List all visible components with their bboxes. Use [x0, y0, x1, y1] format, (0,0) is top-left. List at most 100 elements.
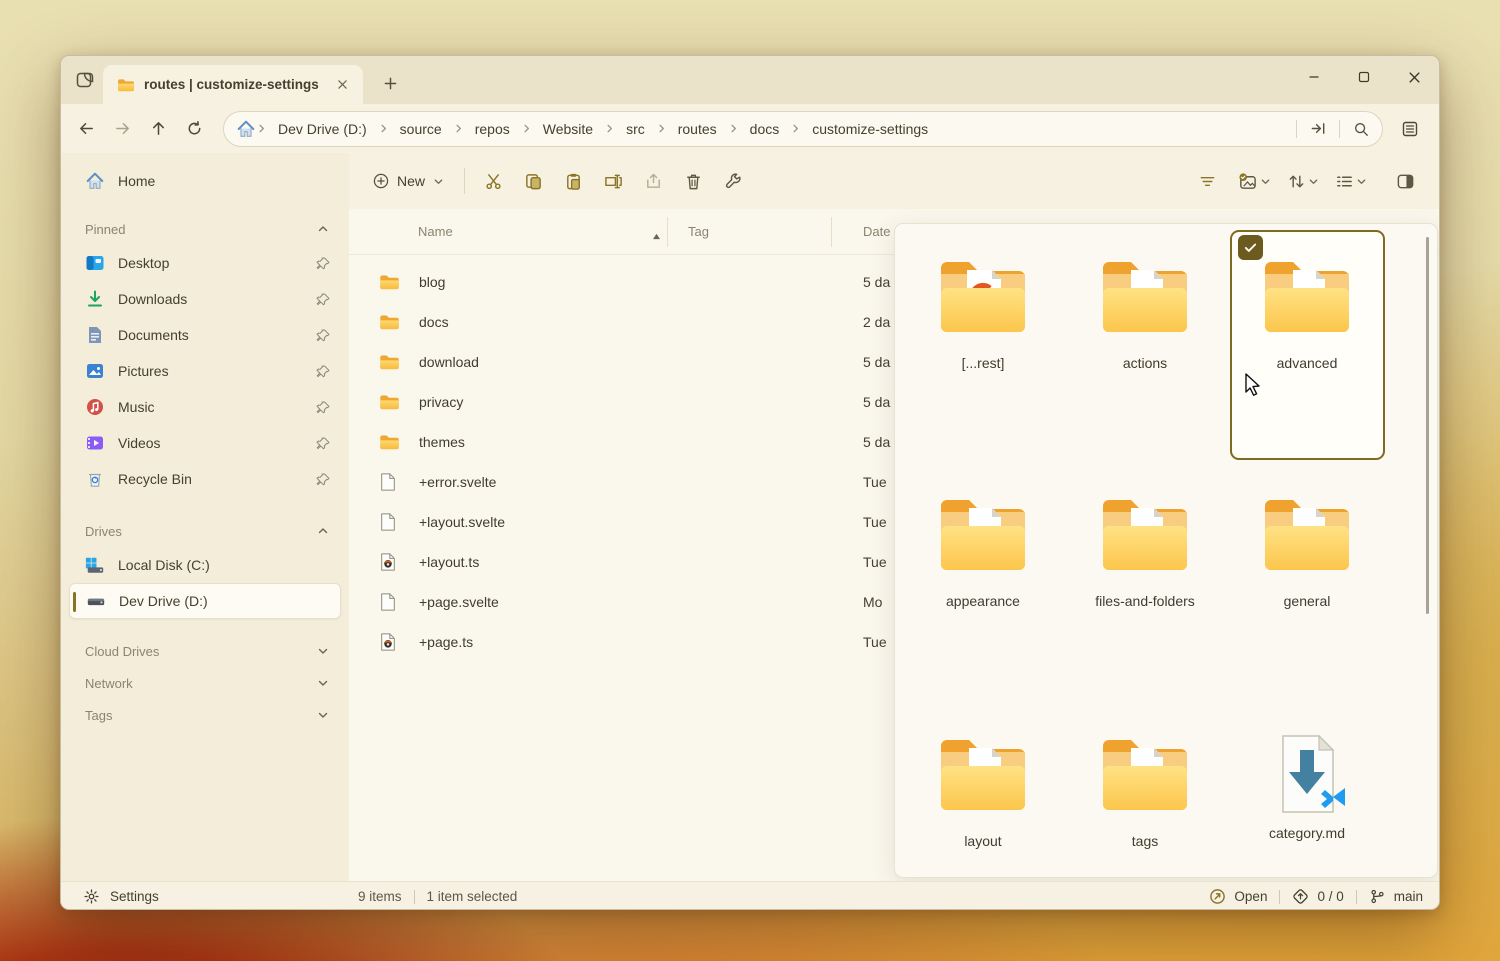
grid-item-label: advanced — [1229, 355, 1385, 371]
git-status-button[interactable]: 0 / 0 — [1292, 888, 1343, 905]
sidebar-item-local-disk-c[interactable]: Local Disk (C:) — [69, 547, 341, 583]
tab-close-button[interactable] — [331, 74, 353, 96]
check-icon — [1243, 240, 1258, 255]
back-button[interactable] — [69, 112, 103, 146]
open-button[interactable]: Open — [1209, 888, 1267, 905]
forward-button[interactable] — [105, 112, 139, 146]
preview-pane-button[interactable] — [1385, 164, 1425, 198]
grid-item-label: actions — [1067, 355, 1223, 371]
git-branch-button[interactable]: main — [1369, 888, 1423, 905]
sidebar-item-home[interactable]: Home — [69, 163, 341, 199]
address-bar: Dev Drive (D:) source repos Website src … — [61, 104, 1439, 153]
breadcrumb-bar[interactable]: Dev Drive (D:) source repos Website src … — [223, 111, 1383, 147]
file-name: blog — [419, 274, 445, 290]
maximize-button[interactable] — [1339, 56, 1389, 98]
sidebar-item-videos[interactable]: Videos — [69, 425, 341, 461]
layout-button[interactable] — [1329, 164, 1373, 198]
delete-button[interactable] — [673, 164, 713, 198]
column-header-tag[interactable]: Tag — [688, 224, 709, 239]
maximize-icon — [1358, 71, 1370, 83]
column-header-date[interactable]: Date — [863, 224, 890, 239]
sidebar-item-music[interactable]: Music — [69, 389, 341, 425]
grid-item-files-and-folders[interactable]: files-and-folders — [1067, 492, 1223, 609]
desktop-icon — [85, 253, 105, 273]
view-list-icon — [1335, 172, 1354, 191]
jump-to-end-button[interactable] — [1303, 115, 1333, 143]
refresh-button[interactable] — [177, 112, 211, 146]
grid-item-rest[interactable]: [...rest] — [905, 254, 1061, 371]
grid-item-layout[interactable]: layout — [905, 732, 1061, 849]
grid-view-panel: [...rest] actions advanced — [894, 223, 1438, 878]
grid-item-general[interactable]: general — [1229, 492, 1385, 609]
grid-item-category-md[interactable]: category.md — [1229, 720, 1385, 841]
sidebar-item-pictures[interactable]: Pictures — [69, 353, 341, 389]
details-pane-button[interactable] — [1393, 112, 1427, 146]
sort-button[interactable] — [1281, 164, 1325, 198]
grid-item-actions[interactable]: actions — [1067, 254, 1223, 371]
arrow-up-icon — [150, 120, 167, 137]
close-button[interactable] — [1389, 56, 1439, 98]
sidebar-item-recycle-bin[interactable]: Recycle Bin — [69, 461, 341, 497]
rename-button[interactable] — [593, 164, 633, 198]
sidebar-section-cloud-drives[interactable]: Cloud Drives — [69, 635, 341, 667]
pin-icon[interactable] — [316, 292, 331, 307]
pin-icon[interactable] — [316, 436, 331, 451]
file-name: +error.svelte — [419, 474, 496, 490]
paste-button[interactable] — [553, 164, 593, 198]
home-icon[interactable] — [236, 119, 256, 139]
cut-button[interactable] — [473, 164, 513, 198]
file-date: 5 da — [863, 354, 890, 370]
select-button[interactable] — [1231, 164, 1277, 198]
breadcrumb-item[interactable]: customize-settings — [803, 117, 937, 141]
grid-item-tags[interactable]: tags — [1067, 732, 1223, 849]
breadcrumb-item[interactable]: routes — [669, 117, 726, 141]
filter-button[interactable] — [1187, 164, 1227, 198]
pin-icon[interactable] — [316, 472, 331, 487]
tab-active[interactable]: routes | customize-settings — [103, 65, 363, 104]
column-divider[interactable] — [667, 217, 668, 247]
column-divider[interactable] — [831, 217, 832, 247]
search-button[interactable] — [1346, 115, 1376, 143]
pin-icon[interactable] — [316, 400, 331, 415]
share-button[interactable] — [633, 164, 673, 198]
pin-icon[interactable] — [316, 328, 331, 343]
grid-item-advanced[interactable]: advanced — [1229, 254, 1385, 371]
breadcrumb-item[interactable]: docs — [741, 117, 789, 141]
new-button[interactable]: New — [361, 164, 456, 198]
folder-md-icon — [933, 732, 1033, 816]
breadcrumb-item[interactable]: src — [617, 117, 654, 141]
chevron-up-icon[interactable] — [317, 223, 329, 235]
sidebar-item-desktop[interactable]: Desktop — [69, 245, 341, 281]
sidebar-item-dev-drive-d[interactable]: Dev Drive (D:) — [69, 583, 341, 619]
chevron-down-icon[interactable] — [317, 709, 329, 721]
sidebar-item-label: Videos — [118, 435, 303, 451]
breadcrumb-item[interactable]: source — [391, 117, 451, 141]
sidebar-section-pinned[interactable]: Pinned — [69, 213, 341, 245]
sidebar-section-tags[interactable]: Tags — [69, 699, 341, 731]
breadcrumb-item[interactable]: Dev Drive (D:) — [269, 117, 376, 141]
copy-button[interactable] — [513, 164, 553, 198]
column-header-name[interactable]: Name — [418, 224, 453, 239]
sidebar-toggle-button[interactable] — [71, 66, 99, 94]
sidebar-item-documents[interactable]: Documents — [69, 317, 341, 353]
properties-button[interactable] — [713, 164, 753, 198]
sidebar-section-network[interactable]: Network — [69, 667, 341, 699]
sidebar-section-drives[interactable]: Drives — [69, 515, 341, 547]
breadcrumb-item[interactable]: Website — [534, 117, 602, 141]
chevron-down-icon[interactable] — [317, 645, 329, 657]
chevron-down-icon[interactable] — [317, 677, 329, 689]
up-button[interactable] — [141, 112, 175, 146]
pin-icon[interactable] — [316, 364, 331, 379]
new-tab-button[interactable] — [377, 70, 403, 96]
pin-icon[interactable] — [316, 256, 331, 271]
chevron-up-icon[interactable] — [317, 525, 329, 537]
settings-button[interactable]: Settings — [61, 888, 159, 905]
file-date: 5 da — [863, 434, 890, 450]
minimize-button[interactable] — [1289, 56, 1339, 98]
breadcrumb-item[interactable]: repos — [466, 117, 519, 141]
folder-icon — [379, 272, 401, 292]
chevron-right-icon — [656, 123, 667, 134]
grid-item-appearance[interactable]: appearance — [905, 492, 1061, 609]
grid-scrollbar[interactable] — [1426, 237, 1429, 614]
sidebar-item-downloads[interactable]: Downloads — [69, 281, 341, 317]
